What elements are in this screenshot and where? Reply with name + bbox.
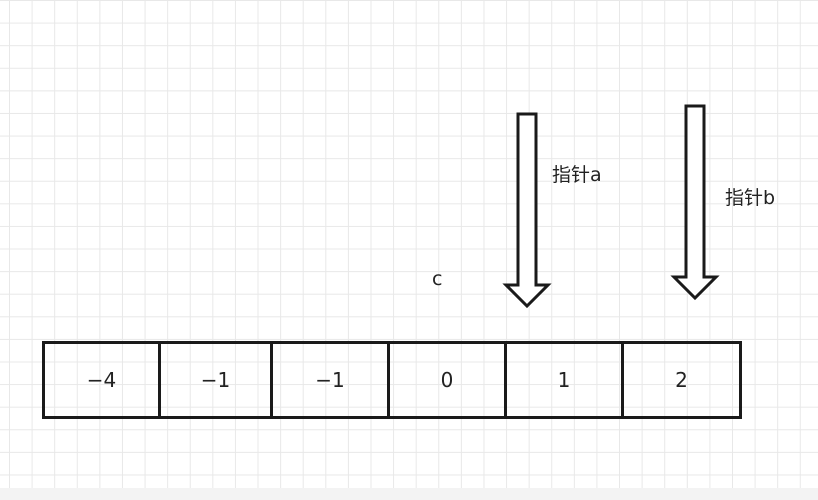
array-cell: 2 xyxy=(621,341,742,419)
pointer-a-arrow-icon xyxy=(502,112,552,309)
number-array: −4 −1 −1 0 1 2 xyxy=(42,341,742,419)
array-cell: 0 xyxy=(387,341,507,419)
array-cell: −1 xyxy=(158,341,273,419)
label-pointer-a: 指针a xyxy=(552,164,602,186)
label-pointer-b: 指针b xyxy=(725,187,776,209)
array-cell: −4 xyxy=(42,341,161,419)
array-cell: 1 xyxy=(504,341,624,419)
pointer-b-arrow-icon xyxy=(670,104,720,301)
canvas-footer xyxy=(0,488,818,500)
label-c: c xyxy=(432,268,443,290)
array-cell: −1 xyxy=(270,341,390,419)
